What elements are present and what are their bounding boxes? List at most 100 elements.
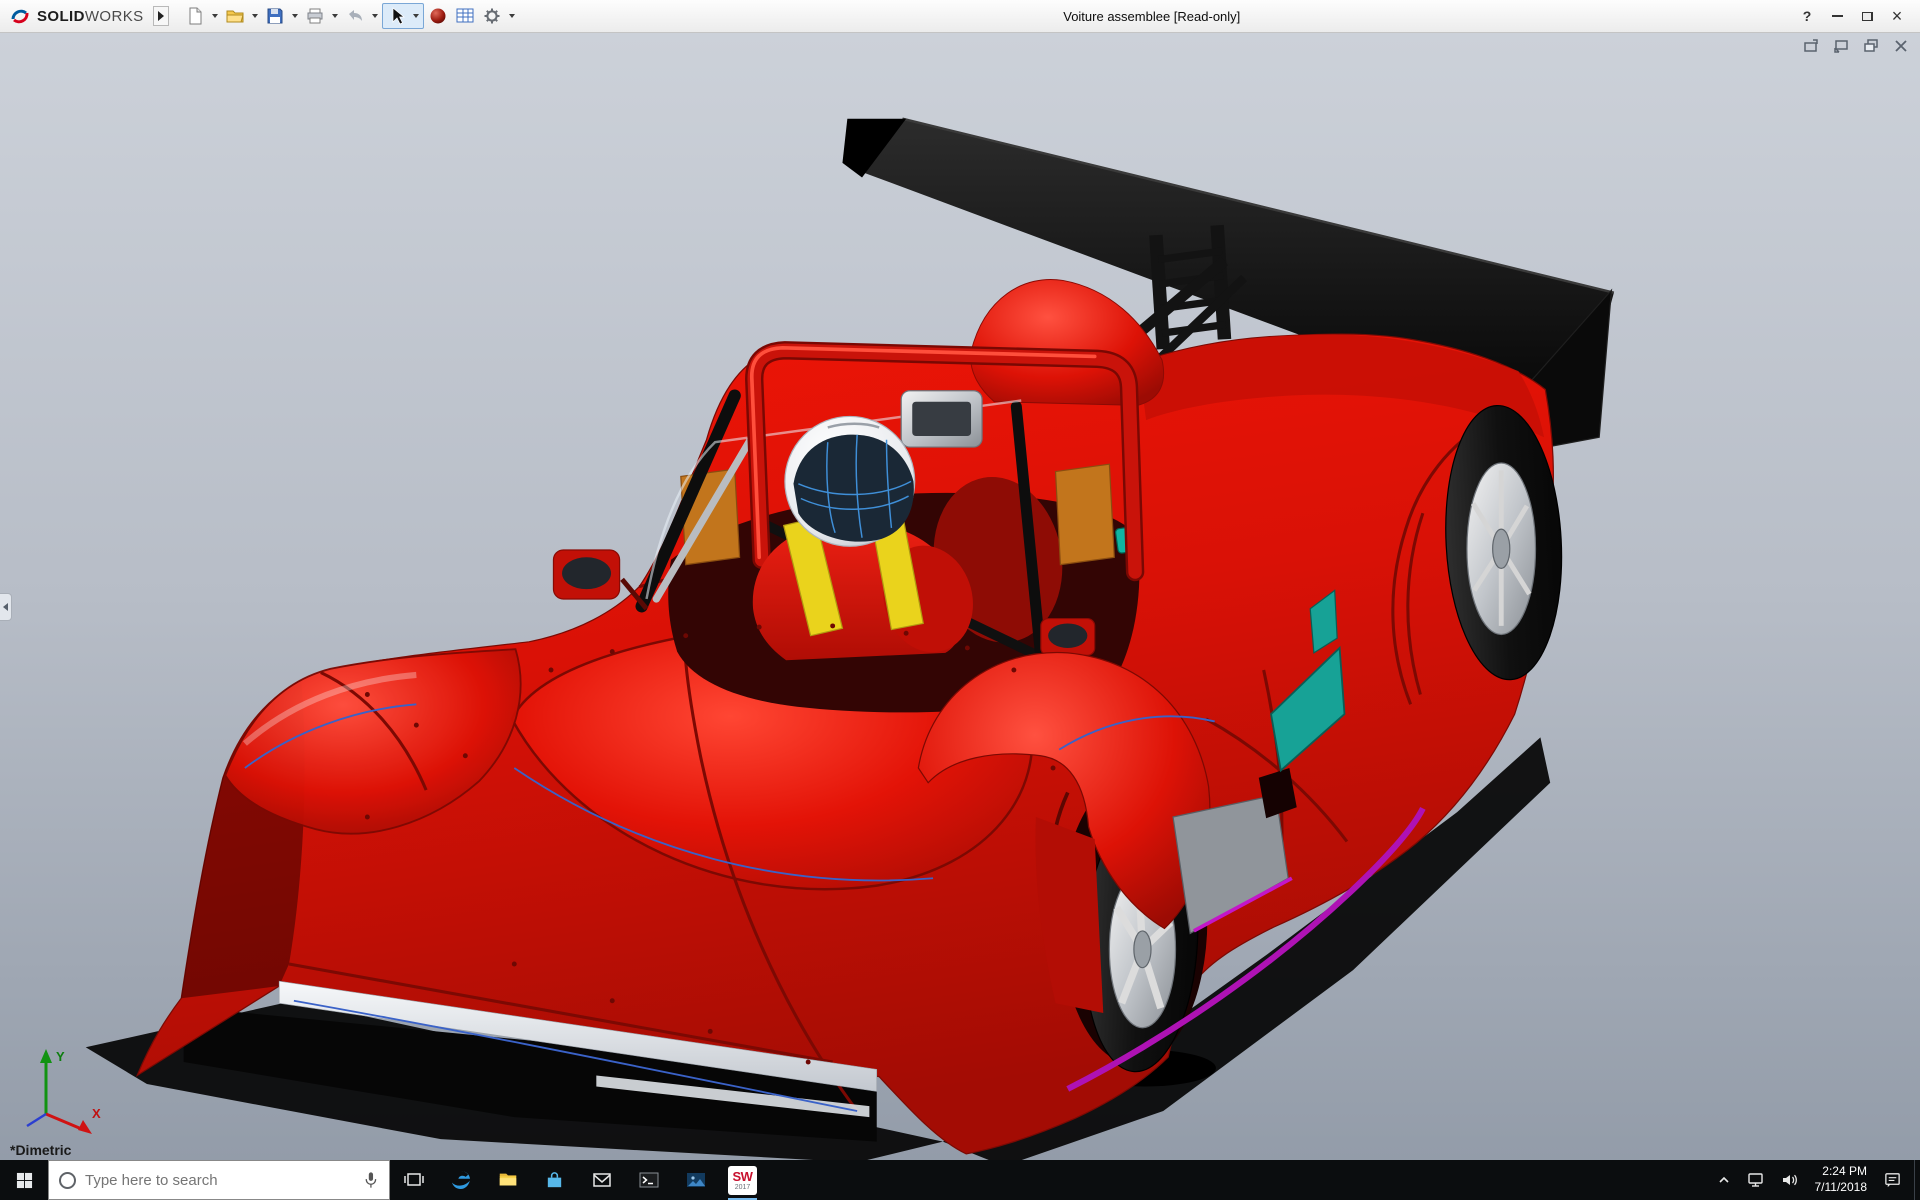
- taskbar-clock[interactable]: 2:24 PM 7/11/2018: [1815, 1164, 1868, 1195]
- taskbar-empty-area: [766, 1160, 1705, 1200]
- command-prompt-button[interactable]: [625, 1160, 672, 1200]
- new-document-button[interactable]: [182, 3, 208, 29]
- options-gear-icon: [482, 6, 502, 26]
- print-button[interactable]: [302, 3, 328, 29]
- undo-button[interactable]: [342, 3, 368, 29]
- select-tool-group: [382, 3, 424, 29]
- design-table-button[interactable]: [452, 3, 478, 29]
- y-axis-label: Y: [56, 1049, 65, 1064]
- show-desktop-button[interactable]: [1914, 1160, 1920, 1200]
- side-mirror-right: [1041, 619, 1095, 656]
- edge-icon: [449, 1168, 473, 1192]
- task-view-icon: [404, 1170, 424, 1190]
- new-dropdown-arrow[interactable]: [212, 14, 218, 18]
- minimize-icon: [1832, 15, 1843, 17]
- new-document-icon: [185, 6, 205, 26]
- save-dropdown-arrow[interactable]: [292, 14, 298, 18]
- mail-button[interactable]: [578, 1160, 625, 1200]
- action-center-button[interactable]: [1883, 1171, 1902, 1189]
- speaker-icon: [1781, 1172, 1799, 1188]
- close-button[interactable]: ×: [1882, 3, 1912, 29]
- solidworks-brand: SOLIDWORKS: [8, 4, 144, 28]
- design-table-icon: [455, 6, 475, 26]
- network-icon: [1747, 1172, 1765, 1188]
- save-icon: [265, 6, 285, 26]
- title-bar: SOLIDWORKS: [0, 0, 1920, 33]
- select-dropdown-arrow[interactable]: [413, 14, 419, 18]
- network-button[interactable]: [1747, 1172, 1765, 1188]
- x-axis-arrow: [78, 1120, 92, 1134]
- chevron-up-icon: [1717, 1173, 1731, 1187]
- print-icon: [305, 6, 325, 26]
- volume-button[interactable]: [1781, 1172, 1799, 1188]
- panel-collapse-tab[interactable]: [0, 593, 12, 621]
- model-scene[interactable]: [0, 33, 1920, 1160]
- appearance-sphere-icon: [428, 6, 448, 26]
- graphics-viewport[interactable]: Y X *Dimetric: [0, 33, 1920, 1160]
- document-window-controls: [1802, 38, 1910, 54]
- collapse-arrow-icon: [3, 603, 8, 611]
- restore-icon: [1862, 12, 1873, 21]
- doc-minimize-icon: [1803, 39, 1819, 53]
- orange-panel-right: [1056, 464, 1115, 564]
- photos-button[interactable]: [672, 1160, 719, 1200]
- store-icon: [544, 1170, 565, 1191]
- doc-close-button[interactable]: [1892, 38, 1910, 54]
- task-view-button[interactable]: [390, 1160, 437, 1200]
- doc-restore-button[interactable]: [1862, 38, 1880, 54]
- solidworks-2017-icon: SW 2017: [728, 1166, 757, 1195]
- save-button[interactable]: [262, 3, 288, 29]
- doc-minimize-button[interactable]: [1802, 38, 1820, 54]
- undo-icon: [345, 6, 365, 26]
- search-input[interactable]: [85, 1172, 353, 1189]
- photos-icon: [685, 1170, 707, 1190]
- center-mirror: [901, 391, 982, 447]
- open-button[interactable]: [222, 3, 248, 29]
- options-dropdown-arrow[interactable]: [509, 14, 515, 18]
- menu-expand-button[interactable]: [153, 6, 169, 26]
- maximize-button[interactable]: [1852, 3, 1882, 29]
- taskbar-apps: SW 2017: [390, 1160, 766, 1200]
- windows-taskbar: SW 2017: [0, 1160, 1920, 1200]
- print-dropdown-arrow[interactable]: [332, 14, 338, 18]
- store-button[interactable]: [531, 1160, 578, 1200]
- doc-maximize-button[interactable]: [1832, 38, 1850, 54]
- microphone-icon[interactable]: [362, 1170, 379, 1190]
- edge-button[interactable]: [437, 1160, 484, 1200]
- close-icon: ×: [1892, 7, 1903, 25]
- window-title: Voiture assemblee [Read-only]: [521, 9, 1783, 24]
- doc-restore-icon: [1863, 39, 1879, 53]
- solidworks-window: SOLIDWORKS: [0, 0, 1920, 1200]
- start-button[interactable]: [0, 1160, 48, 1200]
- options-button[interactable]: [479, 3, 505, 29]
- play-arrow-icon: [158, 11, 164, 21]
- clock-time: 2:24 PM: [1815, 1164, 1868, 1180]
- appearance-button[interactable]: [425, 3, 451, 29]
- hidden-icons-button[interactable]: [1717, 1173, 1731, 1187]
- doc-close-icon: [1893, 39, 1909, 53]
- clock-date: 7/11/2018: [1815, 1180, 1868, 1196]
- windows-logo-icon: [16, 1172, 33, 1189]
- open-dropdown-arrow[interactable]: [252, 14, 258, 18]
- y-axis-arrow: [40, 1049, 52, 1063]
- solidworks-app-button[interactable]: SW 2017: [719, 1160, 766, 1200]
- undo-dropdown-arrow[interactable]: [372, 14, 378, 18]
- help-button[interactable]: ?: [1792, 3, 1822, 29]
- orientation-triad[interactable]: Y X: [10, 1042, 106, 1142]
- minimize-button[interactable]: [1822, 3, 1852, 29]
- action-center-icon: [1883, 1171, 1902, 1189]
- command-prompt-icon: [638, 1170, 660, 1190]
- brand-name: SOLIDWORKS: [37, 8, 144, 25]
- file-explorer-icon: [497, 1169, 519, 1191]
- open-icon: [225, 6, 245, 26]
- z-axis: [27, 1114, 46, 1126]
- select-cursor-icon: [387, 6, 407, 26]
- select-button[interactable]: [384, 3, 410, 29]
- view-orientation-label: *Dimetric: [10, 1142, 71, 1158]
- system-tray: 2:24 PM 7/11/2018: [1705, 1160, 1915, 1200]
- x-axis-label: X: [92, 1106, 101, 1121]
- cortana-icon: [59, 1172, 76, 1189]
- file-explorer-button[interactable]: [484, 1160, 531, 1200]
- taskbar-search-box[interactable]: [48, 1160, 390, 1200]
- mail-icon: [591, 1170, 613, 1190]
